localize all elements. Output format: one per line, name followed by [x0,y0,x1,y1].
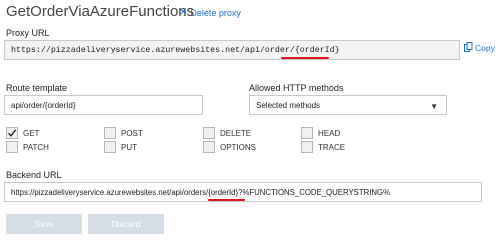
method-post-checkbox[interactable]: POST [104,127,143,139]
proxy-url-param: {orderId} [294,45,340,55]
method-label: PATCH [23,142,49,152]
save-button[interactable]: Save [6,214,82,234]
method-delete-checkbox[interactable]: DELETE [203,127,251,139]
proxy-url-label: Proxy URL [6,28,50,38]
checkbox-box [301,127,313,139]
method-label: HEAD [318,128,341,138]
method-head-checkbox[interactable]: HEAD [301,127,340,139]
route-template-input[interactable]: api/order/{orderId} [4,95,203,115]
method-label: GET [23,128,40,138]
backend-url-label: Backend URL [6,170,62,180]
proxy-url-prefix: https://pizzadeliveryservice.azurewebsit… [11,45,295,55]
page-title: GetOrderViaAzureFunctions [6,3,195,20]
delete-proxy-button[interactable]: ✕ Delete proxy [179,7,241,18]
copy-label: Copy [475,43,495,53]
close-icon: ✕ [179,7,188,18]
route-template-value: api/order/{orderId} [11,100,76,110]
proxy-url-field[interactable]: https://pizzadeliveryservice.azurewebsit… [4,40,460,60]
backend-url-param: {orderId} [208,187,239,197]
checkbox-box [104,127,116,139]
method-options-checkbox[interactable]: OPTIONS [203,141,256,153]
allowed-methods-label: Allowed HTTP methods [249,83,344,93]
copy-button[interactable]: Copy [464,42,495,54]
backend-url-suffix: ?%FUNCTIONS_CODE_QUERYSTRING% [238,187,391,197]
checkbox-box [6,141,18,153]
copy-icon [464,42,475,54]
allowed-methods-select[interactable]: Selected methods ▼ [249,95,447,115]
route-template-label: Route template [6,83,68,93]
checkbox-box [203,141,215,153]
backend-url-param-underline [208,199,245,201]
checkmark-icon [7,129,17,137]
method-trace-checkbox[interactable]: TRACE [301,141,345,153]
delete-proxy-label: Delete proxy [190,7,241,18]
proxy-url-param-underline [281,57,329,59]
checkbox-box [6,127,18,139]
method-label: POST [121,128,143,138]
method-label: DELETE [220,128,252,138]
discard-button[interactable]: Discard [88,214,164,234]
method-label: PUT [121,142,137,152]
checkbox-box [203,127,215,139]
method-patch-checkbox[interactable]: PATCH [6,141,49,153]
backend-url-prefix: https://pizzadeliveryservice.azurewebsit… [11,187,209,197]
allowed-methods-selected: Selected methods [256,100,321,110]
checkbox-box [104,141,116,153]
caret-down-icon: ▼ [430,102,438,111]
checkbox-box [301,141,313,153]
method-get-checkbox[interactable]: GET [6,127,39,139]
method-label: OPTIONS [220,142,257,152]
method-label: TRACE [318,142,346,152]
method-put-checkbox[interactable]: PUT [104,141,137,153]
